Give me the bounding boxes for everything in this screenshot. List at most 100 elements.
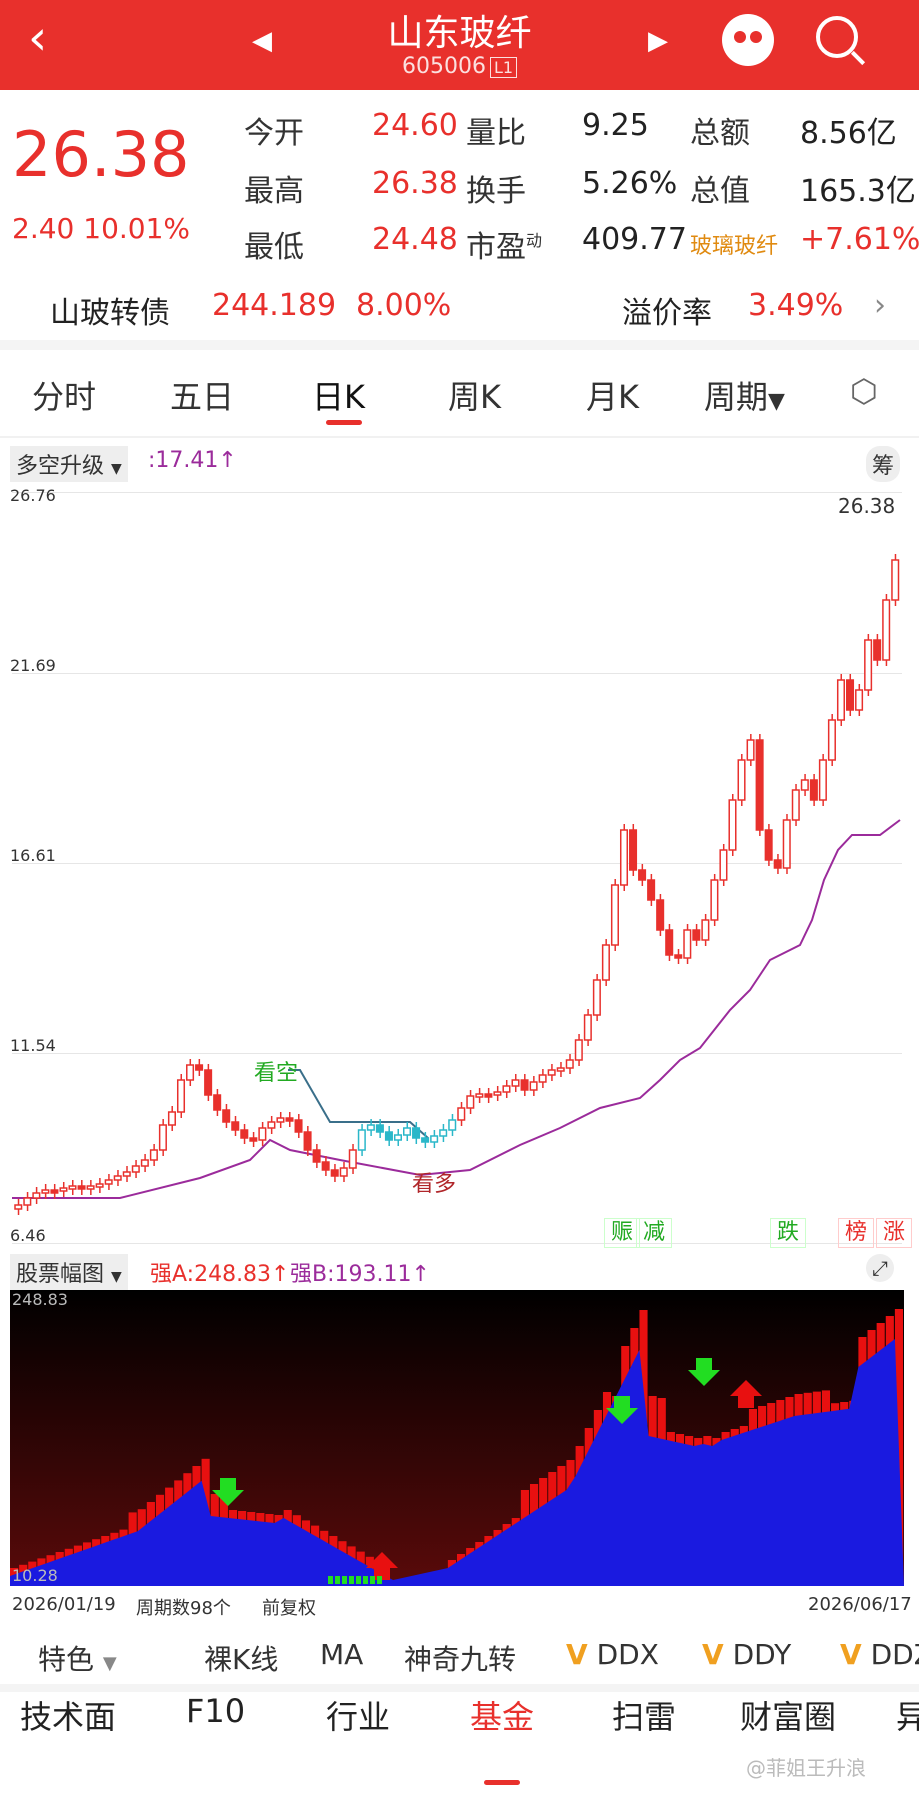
period-count: 周期数98个 [136, 1598, 231, 1619]
bottom-tab-wealth[interactable]: 财富圈 [740, 1692, 836, 1738]
candle [728, 799, 737, 851]
strong-b-label: 强B:193.11↑ [290, 1262, 430, 1287]
candle [258, 1127, 267, 1141]
strength-chart [10, 1290, 904, 1586]
candle [448, 1119, 457, 1131]
candle [213, 1094, 222, 1111]
start-date: 2026/01/19 [12, 1594, 116, 1615]
candle [855, 689, 864, 711]
weak-bar [342, 1576, 347, 1584]
candle [176, 1079, 186, 1113]
sub-y-bottom: 10.28 [12, 1566, 58, 1585]
candle [674, 954, 683, 959]
candle [882, 599, 891, 661]
candle [891, 559, 900, 601]
candle [348, 1149, 357, 1169]
candle [873, 639, 882, 661]
feature-special[interactable]: 特色 ▼ [38, 1638, 117, 1678]
candle [366, 1124, 375, 1131]
candle [791, 789, 800, 821]
candle [412, 1127, 421, 1139]
candle [538, 1074, 547, 1083]
tag-zhang[interactable]: 涨 [876, 1218, 912, 1248]
sub-y-top: 248.83 [12, 1290, 68, 1309]
candle [846, 679, 855, 711]
candle [68, 1185, 77, 1190]
candle [249, 1137, 258, 1142]
weak-bar [328, 1576, 333, 1584]
candle [466, 1095, 475, 1109]
candle [131, 1165, 140, 1173]
feature-ma[interactable]: MA [320, 1638, 363, 1671]
tag-die[interactable]: 跌 [770, 1218, 806, 1248]
candle [195, 1064, 204, 1071]
candle [330, 1169, 339, 1177]
candle [95, 1183, 104, 1188]
candle [719, 849, 728, 881]
weak-bar [363, 1576, 368, 1584]
candle [375, 1124, 384, 1133]
candle [556, 1067, 565, 1072]
strong-a-label: 强A:248.83↑ [150, 1262, 290, 1287]
candle [547, 1069, 556, 1076]
tag-zhen[interactable]: 赈 [604, 1218, 640, 1248]
candle [186, 1064, 195, 1081]
candle [285, 1117, 294, 1122]
candle [665, 929, 674, 956]
candle [475, 1093, 484, 1098]
weak-bar [349, 1576, 354, 1584]
bottom-tab-technical[interactable]: 技术面 [20, 1692, 116, 1738]
candle [701, 919, 710, 941]
candle [276, 1117, 285, 1123]
candle [565, 1059, 574, 1069]
bottom-tab-fund[interactable]: 基金 [470, 1692, 534, 1738]
candlestick-chart[interactable] [0, 0, 919, 1280]
candle [393, 1134, 403, 1141]
feature-ddy[interactable]: V DDY [702, 1638, 791, 1671]
feature-bare-k[interactable]: 裸K线 [204, 1638, 278, 1678]
candle [41, 1189, 50, 1194]
candle [755, 739, 764, 831]
candle [421, 1137, 430, 1143]
candle [692, 929, 701, 941]
weak-bar [377, 1576, 382, 1584]
bottom-tab-scan[interactable]: 扫雷 [612, 1692, 676, 1738]
candle [782, 819, 791, 869]
candle [457, 1107, 466, 1121]
expand-icon[interactable]: ⤢ [866, 1254, 894, 1282]
candle [529, 1081, 538, 1091]
feature-ddz[interactable]: V DDZ [840, 1638, 919, 1671]
active-bottom-indicator [484, 1780, 520, 1785]
feature-ddx[interactable]: V DDX [566, 1638, 659, 1671]
candle [122, 1171, 131, 1177]
candle [629, 829, 638, 871]
bottom-tab-more[interactable]: 异 [896, 1692, 919, 1738]
candle [493, 1091, 502, 1096]
tag-jian[interactable]: 减 [636, 1218, 672, 1248]
tag-bang[interactable]: 榜 [838, 1218, 874, 1248]
candle [59, 1187, 68, 1192]
candle [502, 1085, 511, 1093]
candle [222, 1109, 231, 1123]
candle [267, 1121, 276, 1129]
candle [683, 929, 692, 959]
candle [357, 1129, 366, 1151]
candle [809, 779, 818, 801]
annot-bull: 看多 [412, 1172, 457, 1197]
candle [864, 639, 873, 691]
candle [773, 859, 782, 869]
candle [231, 1121, 240, 1131]
candle [312, 1149, 321, 1163]
candle [104, 1179, 113, 1185]
adjust-mode[interactable]: 前复权 [262, 1594, 316, 1620]
weak-bar [370, 1576, 375, 1584]
candle [583, 1014, 592, 1041]
bottom-tab-industry[interactable]: 行业 [326, 1692, 390, 1738]
bottom-tab-f10[interactable]: F10 [186, 1692, 245, 1730]
candle [710, 879, 719, 921]
candle [86, 1185, 95, 1190]
candle [158, 1124, 167, 1151]
candle [737, 759, 746, 801]
sub-indicator-select[interactable]: 股票幅图 ▼ [10, 1254, 128, 1290]
feature-nine-turn[interactable]: 神奇九转 [404, 1638, 516, 1678]
